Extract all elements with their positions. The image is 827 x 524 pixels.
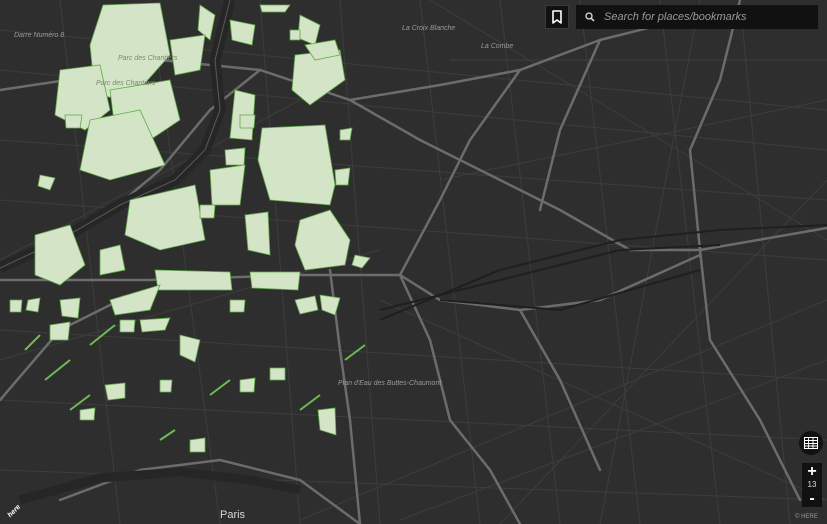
zoom-in-button[interactable]: +	[802, 463, 822, 480]
zoom-level: 13	[807, 480, 817, 489]
copyright-text: © HERE	[795, 514, 818, 520]
search-icon	[580, 12, 600, 22]
zoom-control: + 13 -	[802, 463, 822, 507]
map-tiles	[0, 0, 827, 524]
search-bar[interactable]	[576, 5, 818, 29]
zoom-out-button[interactable]: -	[802, 490, 822, 507]
search-input[interactable]	[600, 11, 818, 23]
map-label-parc-des-chantiers: Parc des Chantiers	[118, 55, 178, 62]
map-label-plan-deau: Plan d'Eau des Buttes-Chaumont	[338, 380, 442, 387]
map-canvas[interactable]: Darre Numéro 8 La Croix Blanche La Combe…	[0, 0, 827, 524]
map-label-darre-numero-8: Darre Numéro 8	[14, 32, 65, 39]
bookmark-icon	[552, 10, 562, 24]
map-label-la-combe: La Combe	[481, 43, 514, 50]
table-view-button[interactable]	[799, 431, 823, 455]
map-label-paris: Paris	[220, 509, 246, 521]
map-label-parc-des-chantiers-2: Parc des Chantiers	[96, 80, 156, 87]
bookmark-button[interactable]	[545, 5, 569, 29]
map-label-la-croix-blanche: La Croix Blanche	[402, 25, 456, 32]
table-icon	[804, 437, 818, 449]
